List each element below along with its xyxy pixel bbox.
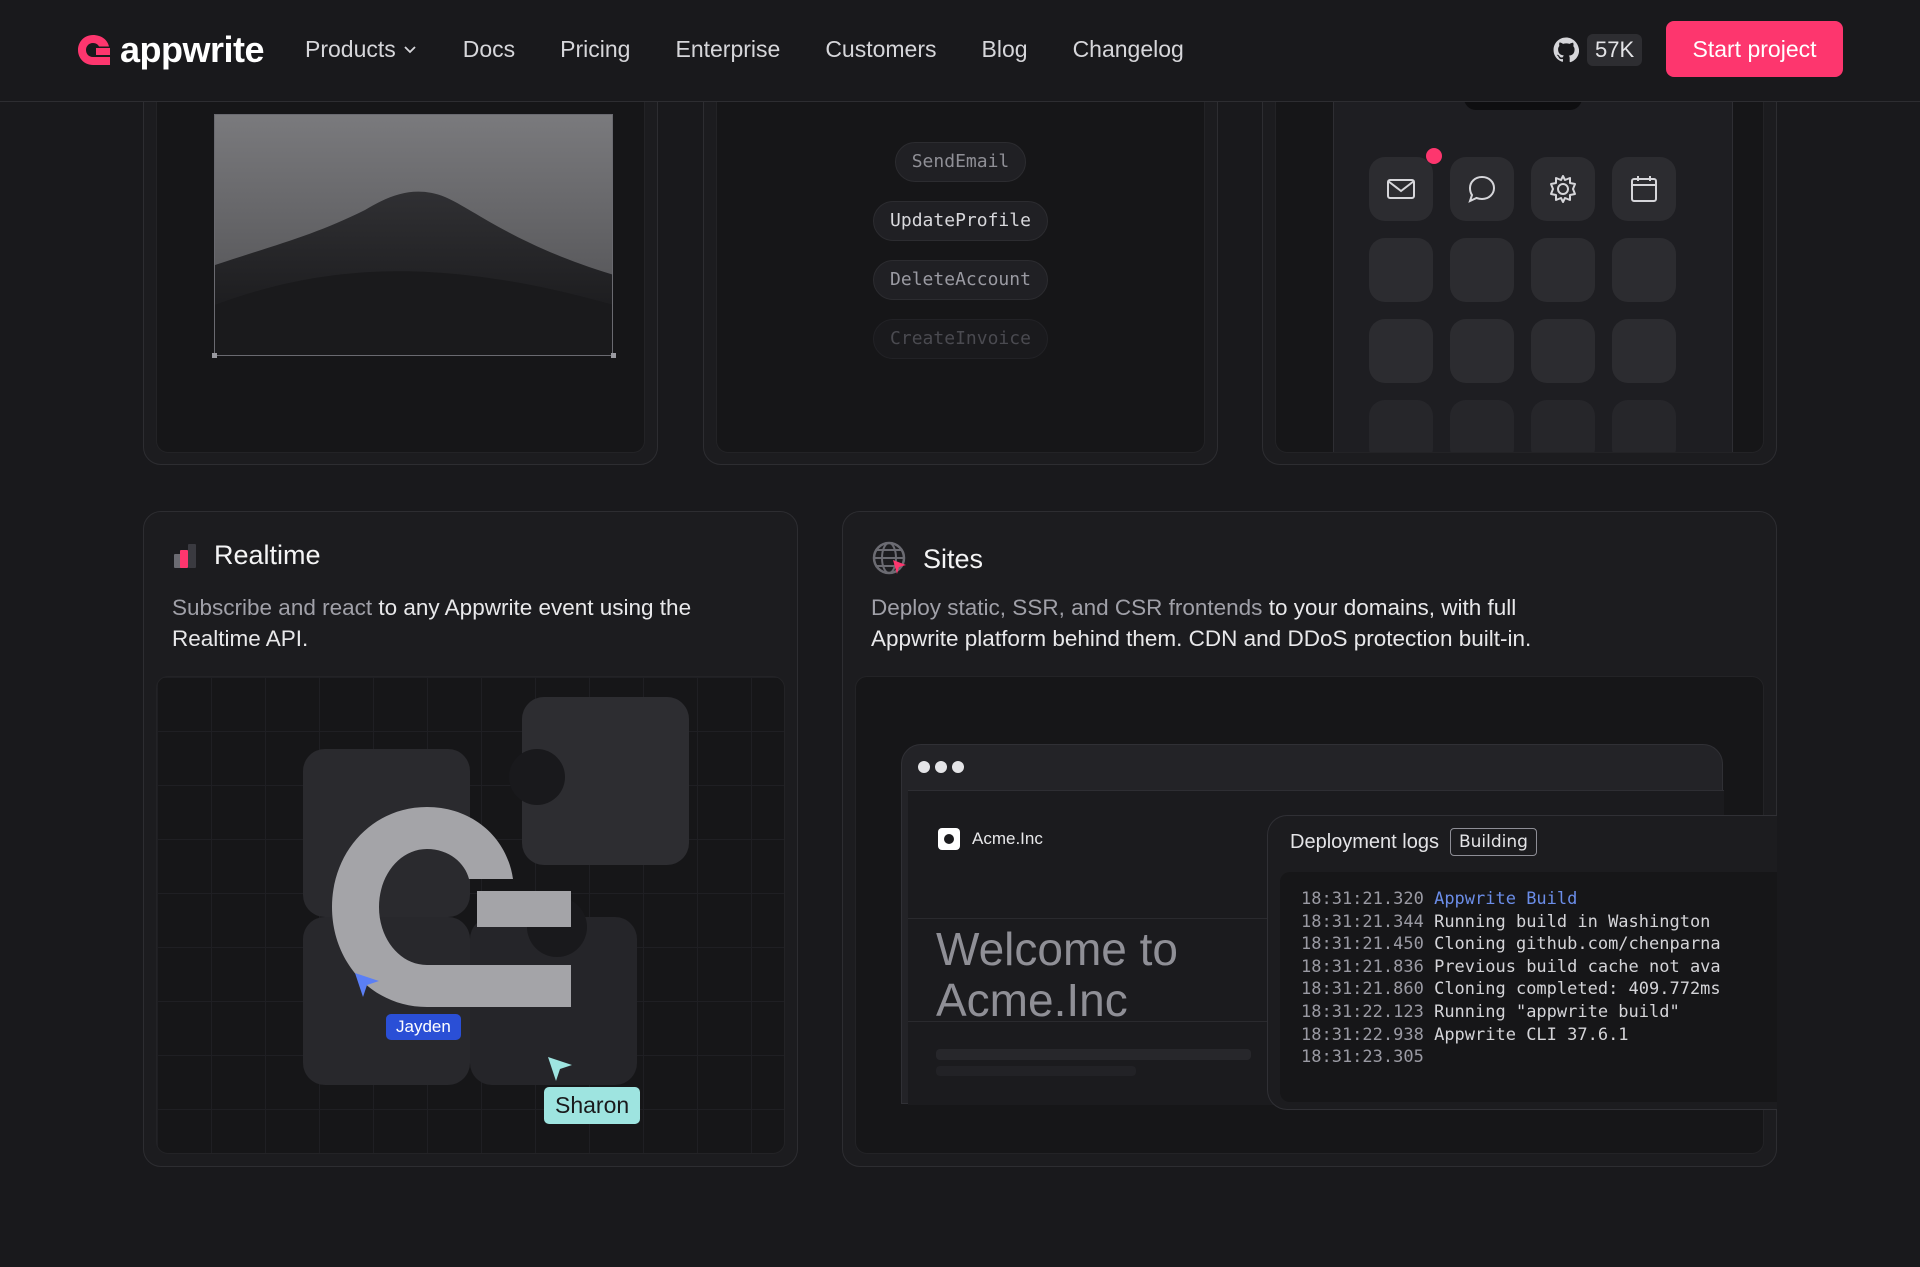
functions-preview: SendEmail UpdateProfile DeleteAccount Cr… xyxy=(716,71,1205,453)
nav-enterprise[interactable]: Enterprise xyxy=(675,33,780,65)
storage-preview xyxy=(156,71,645,453)
cursor-arrow-icon xyxy=(355,973,379,997)
realtime-header: Realtime xyxy=(172,540,321,571)
nav-blog[interactable]: Blog xyxy=(982,33,1028,65)
app-tile[interactable] xyxy=(1369,238,1433,302)
mail-icon xyxy=(1387,179,1415,199)
nav-products[interactable]: Products xyxy=(305,33,418,65)
image-crop-frame xyxy=(214,114,613,356)
log-line: 18:31:21.320 Appwrite Build xyxy=(1301,889,1578,909)
function-pill[interactable]: UpdateProfile xyxy=(873,201,1048,241)
logs-title: Deployment logs xyxy=(1290,830,1439,853)
top-navbar: appwrite Products Docs Pricing Enterpris… xyxy=(0,0,1920,102)
acme-logo-icon xyxy=(938,828,960,850)
log-line: 18:31:21.836 Previous build cache not av… xyxy=(1301,956,1721,977)
realtime-icon xyxy=(174,543,196,568)
sites-title: Sites xyxy=(923,543,984,574)
settings-app-tile[interactable] xyxy=(1531,157,1595,221)
function-pill[interactable]: SendEmail xyxy=(894,142,1027,182)
calendar-app-tile[interactable] xyxy=(1612,157,1676,221)
functions-card: SendEmail UpdateProfile DeleteAccount Cr… xyxy=(703,60,1218,465)
realtime-desc-highlight: Subscribe and react xyxy=(172,595,373,620)
notification-dot xyxy=(1426,148,1442,164)
messaging-preview xyxy=(1275,71,1764,453)
appwrite-logo[interactable]: appwrite xyxy=(76,29,265,70)
log-output: 18:31:21.320 Appwrite Build 18:31:21.344… xyxy=(1280,872,1777,1102)
chat-app-tile[interactable] xyxy=(1450,157,1514,221)
nav-docs[interactable]: Docs xyxy=(463,33,515,65)
log-line: 18:31:22.938 Appwrite CLI 37.6.1 xyxy=(1301,1024,1629,1045)
puzzle-logo-illustration xyxy=(303,697,689,1085)
github-icon xyxy=(1553,37,1579,63)
log-line: 18:31:21.344 Running build in Washington xyxy=(1301,911,1711,932)
log-line: 18:31:22.123 Running "appwrite build" xyxy=(1301,1001,1680,1022)
headline-line-1: Welcome to xyxy=(936,923,1179,975)
app-tile[interactable] xyxy=(1450,400,1514,452)
phone-mockup xyxy=(1333,72,1733,452)
app-tile[interactable] xyxy=(1612,319,1676,383)
log-line: 18:31:21.860 Cloning completed: 409.772m… xyxy=(1301,979,1721,1000)
chevron-down-icon xyxy=(404,46,416,54)
site-headline: Welcome to Acme.Inc xyxy=(936,924,1178,1026)
mail-app-tile[interactable] xyxy=(1369,157,1433,221)
app-tile[interactable] xyxy=(1450,238,1514,302)
realtime-card: Realtime Subscribe and react to any Appw… xyxy=(143,511,798,1167)
brand-name: appwrite xyxy=(120,29,265,70)
sites-description: Deploy static, SSR, and CSR frontends to… xyxy=(871,592,1591,654)
app-tile[interactable] xyxy=(1369,400,1433,452)
logs-header: Deployment logs Building xyxy=(1290,828,1537,856)
globe-cursor-icon xyxy=(872,541,906,575)
crop-handle[interactable] xyxy=(212,353,217,358)
deployment-logs-panel: Deployment logs Building 18:31:21.320 Ap… xyxy=(1267,815,1777,1110)
app-tile[interactable] xyxy=(1531,400,1595,452)
chat-bubble-icon xyxy=(1468,175,1496,203)
function-pill[interactable]: CreateInvoice xyxy=(873,319,1048,359)
site-name: Acme.Inc xyxy=(972,829,1043,848)
desert-dune-image xyxy=(215,115,612,355)
cursor-label-sharon: Sharon xyxy=(544,1087,641,1124)
text-placeholder xyxy=(936,1066,1136,1076)
nav-changelog[interactable]: Changelog xyxy=(1073,33,1184,65)
function-pill[interactable]: DeleteAccount xyxy=(873,260,1048,300)
nav-customers[interactable]: Customers xyxy=(825,33,936,65)
nav-pricing[interactable]: Pricing xyxy=(560,33,630,65)
function-list: SendEmail UpdateProfile DeleteAccount Cr… xyxy=(717,142,1204,359)
realtime-title: Realtime xyxy=(214,540,321,570)
sites-desc-highlight: Deploy static, SSR, and CSR frontends xyxy=(871,595,1263,620)
cursor-arrow-icon xyxy=(548,1057,572,1081)
site-brand: Acme.Inc xyxy=(938,828,1043,850)
calendar-icon xyxy=(1631,176,1657,202)
log-line: 18:31:23.305 xyxy=(1301,1047,1424,1068)
log-line: 18:31:21.450 Cloning github.com/chenparn… xyxy=(1301,934,1721,955)
app-tile[interactable] xyxy=(1369,319,1433,383)
github-star-count: 57K xyxy=(1587,34,1643,66)
app-tile[interactable] xyxy=(1450,319,1514,383)
realtime-preview: Jayden Sharon xyxy=(156,676,785,1154)
appwrite-logo-icon xyxy=(78,35,110,65)
app-tile[interactable] xyxy=(1612,238,1676,302)
storage-card xyxy=(143,60,658,465)
app-tile[interactable] xyxy=(1612,400,1676,452)
app-tile[interactable] xyxy=(1531,238,1595,302)
realtime-description: Subscribe and react to any Appwrite even… xyxy=(172,592,772,654)
nav-links: Products Docs Pricing Enterprise Custome… xyxy=(305,33,1229,65)
headline-line-2: Acme.Inc xyxy=(936,974,1128,1026)
github-stars-link[interactable]: 57K xyxy=(1553,34,1643,66)
messaging-card xyxy=(1262,60,1777,465)
gear-icon xyxy=(1550,175,1576,203)
start-project-button[interactable]: Start project xyxy=(1666,21,1843,77)
nav-products-label: Products xyxy=(305,36,396,62)
app-tile[interactable] xyxy=(1531,319,1595,383)
cursor-label-jayden: Jayden xyxy=(386,1014,461,1040)
text-placeholder xyxy=(936,1049,1251,1060)
window-dots xyxy=(918,761,964,773)
sites-header: Sites xyxy=(871,540,983,578)
crop-handle[interactable] xyxy=(611,353,616,358)
status-badge: Building xyxy=(1449,828,1537,856)
